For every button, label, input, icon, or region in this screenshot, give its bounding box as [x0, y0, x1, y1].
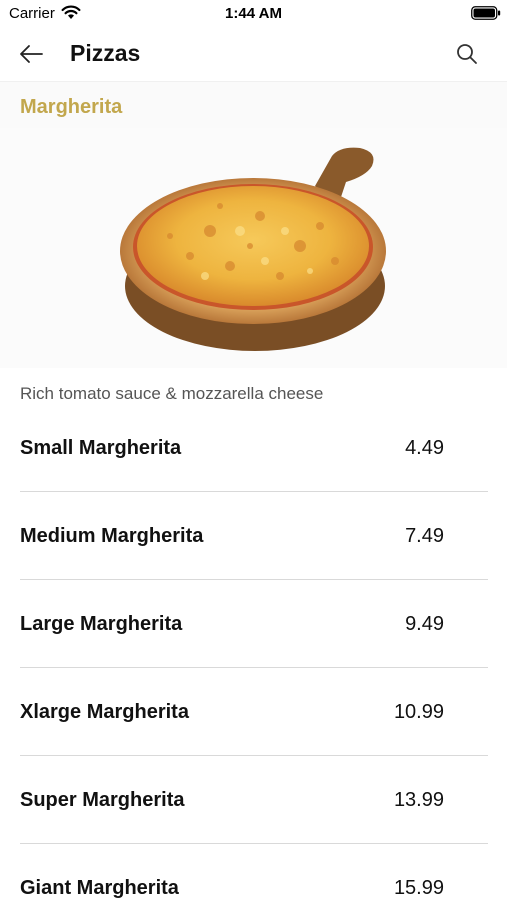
- product-description: Rich tomato sauce & mozzarella cheese: [20, 384, 324, 403]
- item-price: 9.49: [405, 613, 444, 635]
- search-button[interactable]: [450, 38, 484, 70]
- item-name: Super Margherita: [20, 789, 185, 811]
- margherita-pizza-image: [120, 147, 386, 351]
- item-price: 4.49: [405, 437, 444, 459]
- size-price-list: Small Margherita 4.49 Medium Margherita …: [20, 404, 488, 900]
- item-name: Small Margherita: [20, 437, 182, 459]
- navigation-bar: Pizzas: [0, 28, 507, 82]
- item-name: Large Margherita: [20, 613, 183, 635]
- arrow-left-icon: [20, 45, 43, 63]
- back-button[interactable]: [14, 38, 48, 70]
- item-name: Giant Margherita: [20, 877, 179, 899]
- menu-row-xlarge[interactable]: Xlarge Margherita 10.99: [20, 668, 488, 756]
- menu-row-super[interactable]: Super Margherita 13.99: [20, 756, 488, 844]
- item-price: 15.99: [393, 877, 444, 899]
- item-price: 10.99: [393, 701, 444, 723]
- item-price: 7.49: [405, 525, 444, 547]
- menu-row-giant[interactable]: Giant Margherita 15.99: [20, 844, 488, 900]
- status-bar: Carrier 1:44 AM: [0, 0, 507, 28]
- menu-row-medium[interactable]: Medium Margherita 7.49: [20, 492, 488, 580]
- menu-row-large[interactable]: Large Margherita 9.49: [20, 580, 488, 668]
- battery-icon: [471, 6, 501, 20]
- item-name: Xlarge Margherita: [20, 701, 189, 723]
- product-image: [0, 128, 507, 368]
- product-name: Margherita: [20, 96, 123, 118]
- item-price: 13.99: [393, 789, 444, 811]
- product-header: Margherita: [0, 82, 507, 128]
- item-name: Medium Margherita: [20, 525, 204, 547]
- search-icon: [457, 44, 477, 64]
- page-title: Pizzas: [70, 40, 141, 66]
- menu-row-small[interactable]: Small Margherita 4.49: [20, 404, 488, 492]
- status-time: 1:44 AM: [225, 5, 282, 22]
